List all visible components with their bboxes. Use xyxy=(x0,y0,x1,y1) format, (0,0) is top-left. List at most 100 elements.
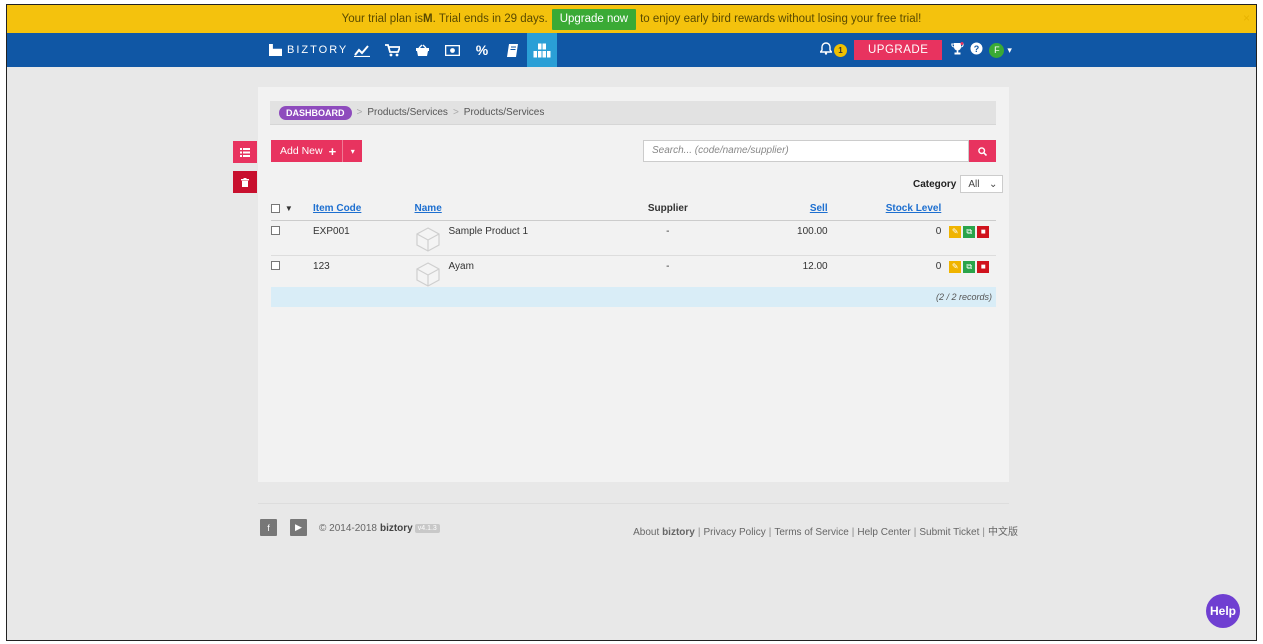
products-table: ▼ Item Code Name Supplier Sell Stock Lev… xyxy=(271,198,996,291)
version-badge: v4.1.3 xyxy=(414,524,440,533)
avatar[interactable]: F xyxy=(989,42,1005,58)
sort-stock-level-link[interactable]: Stock Level xyxy=(886,203,942,214)
chart-line-icon[interactable] xyxy=(347,33,377,67)
list-view-button[interactable] xyxy=(233,141,257,163)
product-name-link[interactable]: Ayam xyxy=(449,261,474,272)
edit-pencil-icon[interactable]: ✎ xyxy=(949,260,962,273)
help-circle-icon[interactable]: ? xyxy=(970,42,983,58)
name-cell: Ayam xyxy=(414,255,585,291)
app-frame: Your trial plan is M. Trial ends in 29 d… xyxy=(6,4,1257,641)
sort-item-code-link[interactable]: Item Code xyxy=(313,203,361,214)
about-link[interactable]: About biztory xyxy=(633,527,695,538)
table-row: EXP001 Sample Product 1 - 100.00 0 ✎ ⧉ ■ xyxy=(271,220,996,256)
row-select-cell xyxy=(271,255,285,291)
upgrade-now-button[interactable]: Upgrade now xyxy=(551,8,637,30)
sell-cell: 100.00 xyxy=(751,220,828,256)
trial-text-mid: . Trial ends in 29 days. xyxy=(432,13,548,25)
search-input[interactable]: Search... (code/name/supplier) xyxy=(643,140,969,162)
bulk-caret-cell: ▼ xyxy=(284,198,314,221)
product-name-link[interactable]: Sample Product 1 xyxy=(449,226,529,237)
privacy-link[interactable]: Privacy Policy xyxy=(703,527,765,538)
select-all-cell xyxy=(271,198,285,221)
copy-icon[interactable]: ⧉ xyxy=(963,260,976,273)
trash-icon[interactable]: ■ xyxy=(977,260,990,273)
item-code-cell: 123 xyxy=(313,255,415,291)
category-select[interactable]: All ⌄ xyxy=(960,175,1004,193)
category-filter: Category All ⌄ xyxy=(913,175,1004,193)
item-code-cell: EXP001 xyxy=(313,220,415,256)
cart-icon[interactable] xyxy=(377,33,407,67)
main-card: DASHBOARD > Products/Services > Products… xyxy=(258,87,1009,482)
youtube-icon[interactable]: ▶ xyxy=(290,519,307,536)
navbar-right: 1 UPGRADE ? F ▾ xyxy=(819,33,1012,67)
header-stock-level: Stock Level xyxy=(827,198,942,221)
help-center-link[interactable]: Help Center xyxy=(857,527,910,538)
row-checkbox[interactable] xyxy=(271,226,280,236)
trial-plan: M xyxy=(423,13,433,25)
actions-cell: ✎ ⧉ ■ xyxy=(941,220,996,256)
trial-text-before: Your trial plan is xyxy=(341,13,424,25)
records-count: (2 / 2 records) xyxy=(271,287,996,307)
module-icons: % xyxy=(347,33,557,67)
notification-badge: 1 xyxy=(834,43,847,57)
trial-banner: Your trial plan is M. Trial ends in 29 d… xyxy=(7,5,1256,33)
brand-logo[interactable]: BIZTORY xyxy=(269,33,348,67)
brand-mark-icon xyxy=(269,44,282,56)
plus-icon: + xyxy=(328,143,337,159)
bell-icon[interactable] xyxy=(819,42,833,58)
trash-button[interactable] xyxy=(233,171,257,193)
table-header-row: ▼ Item Code Name Supplier Sell Stock Lev… xyxy=(271,198,996,221)
header-item-code: Item Code xyxy=(313,198,415,221)
link-separator: | xyxy=(851,527,855,538)
table-row: 123 Ayam - 12.00 0 ✎ ⧉ ■ xyxy=(271,255,996,291)
trial-text-after: to enjoy early bird rewards without losi… xyxy=(640,13,922,25)
link-separator: | xyxy=(768,527,772,538)
supplier-cell: - xyxy=(584,255,752,291)
row-checkbox[interactable] xyxy=(271,261,280,271)
add-new-button[interactable]: Add New + ▾ xyxy=(271,140,363,162)
chevron-down-icon[interactable]: ▼ xyxy=(285,204,293,213)
basket-icon[interactable] xyxy=(407,33,437,67)
about-prefix: About xyxy=(633,527,663,538)
percent-icon[interactable]: % xyxy=(467,33,497,67)
header-sell: Sell xyxy=(751,198,828,221)
add-new-dropdown-toggle[interactable]: ▾ xyxy=(342,140,362,162)
top-navbar: BIZTORY % 1 UPGRADE ? F ▾ xyxy=(7,33,1256,67)
name-cell: Sample Product 1 xyxy=(414,220,585,256)
supplier-cell: - xyxy=(584,220,752,256)
chevron-down-icon[interactable]: ▾ xyxy=(1007,45,1012,56)
breadcrumb-dashboard[interactable]: DASHBOARD xyxy=(279,105,352,120)
breadcrumb-separator: > xyxy=(356,107,363,118)
copyright-text: © 2014-2018 xyxy=(319,523,377,534)
copyright: © 2014-2018 biztory v4.1.3 xyxy=(319,523,440,534)
stock-level-cell: 0 xyxy=(827,255,942,291)
facebook-icon[interactable]: f xyxy=(260,519,277,536)
sort-name-link[interactable]: Name xyxy=(415,203,442,214)
search-button[interactable] xyxy=(969,140,996,162)
terms-link[interactable]: Terms of Service xyxy=(774,527,848,538)
edit-pencil-icon[interactable]: ✎ xyxy=(949,225,962,238)
svg-text:?: ? xyxy=(974,44,980,54)
submit-ticket-link[interactable]: Submit Ticket xyxy=(919,527,979,538)
copy-icon[interactable]: ⧉ xyxy=(963,225,976,238)
footer: f ▶ © 2014-2018 biztory v4.1.3 About biz… xyxy=(258,503,1018,543)
book-icon[interactable] xyxy=(497,33,527,67)
banner-close-icon[interactable]: × xyxy=(1243,11,1250,25)
link-separator: | xyxy=(913,527,917,538)
help-chat-button[interactable]: Help xyxy=(1206,594,1240,628)
sort-sell-link[interactable]: Sell xyxy=(810,203,828,214)
category-value: All xyxy=(968,178,980,190)
row-spacer xyxy=(284,220,314,256)
actions-cell: ✎ ⧉ ■ xyxy=(941,255,996,291)
breadcrumb-item[interactable]: Products/Services xyxy=(367,107,448,118)
link-separator: | xyxy=(697,527,701,538)
boxes-icon[interactable] xyxy=(527,33,557,67)
breadcrumb-separator: > xyxy=(452,107,459,118)
chinese-version-link[interactable]: 中文版 xyxy=(988,527,1018,538)
trash-icon[interactable]: ■ xyxy=(977,225,990,238)
upgrade-button[interactable]: UPGRADE xyxy=(854,40,943,60)
breadcrumb-item: Products/Services xyxy=(463,107,545,118)
trophy-icon[interactable] xyxy=(951,42,965,58)
money-icon[interactable] xyxy=(437,33,467,67)
select-all-checkbox[interactable] xyxy=(271,204,280,214)
